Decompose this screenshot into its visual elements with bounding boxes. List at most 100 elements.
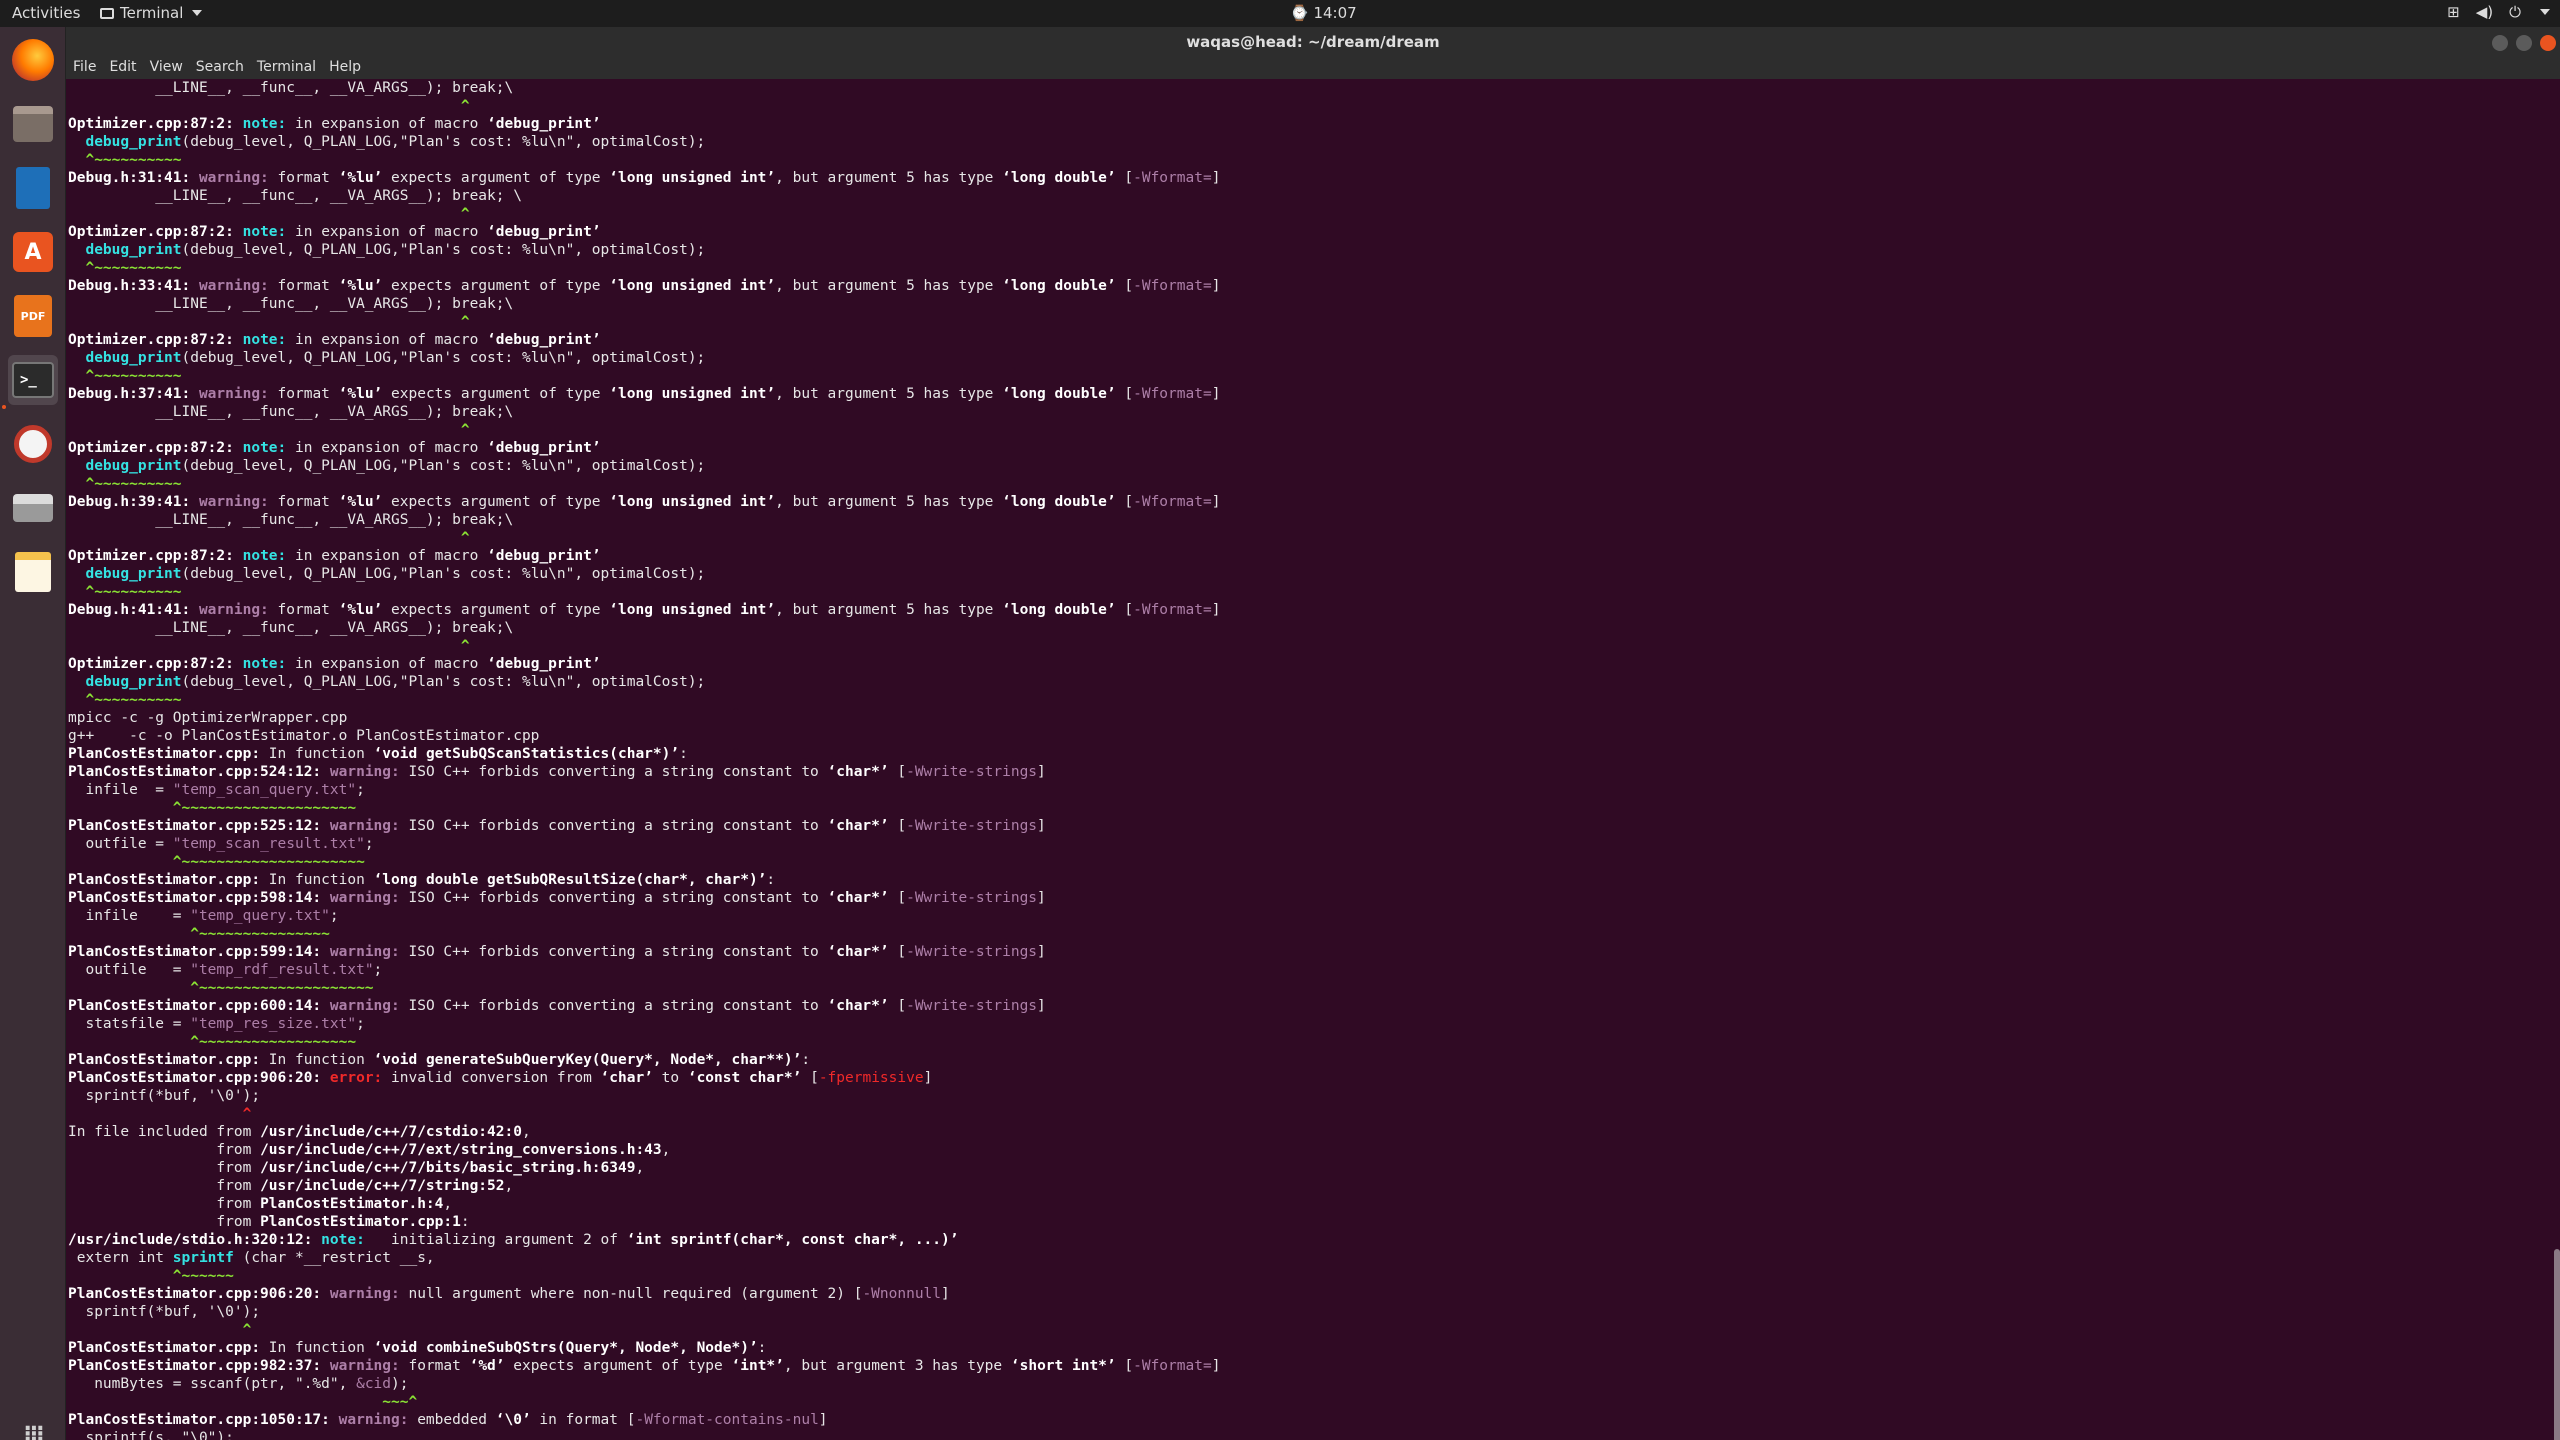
terminal-segment: -Wnonnull bbox=[862, 1286, 942, 1302]
terminal-segment: ^ bbox=[68, 1106, 252, 1122]
apps-grid-icon[interactable]: ⁝⁝⁝ bbox=[8, 1409, 58, 1440]
terminal-segment: null argument where non-null required (a… bbox=[408, 1286, 863, 1302]
terminal-line: debug_print(debug_level, Q_PLAN_LOG,"Pla… bbox=[68, 349, 1220, 367]
terminal-segment: ISO C++ forbids converting a string cons… bbox=[408, 890, 828, 906]
files-icon[interactable] bbox=[8, 99, 58, 149]
terminal-segment: mpicc -c -g OptimizerWrapper.cpp bbox=[68, 710, 348, 726]
menu-file[interactable]: File bbox=[73, 60, 96, 79]
terminal-segment: sprintf(*buf, '\0'); bbox=[68, 1304, 261, 1320]
terminal-line: PlanCostEstimator.cpp:1050:17: warning: … bbox=[68, 1411, 1220, 1429]
terminal-segment: ‘long unsigned int’ bbox=[609, 602, 776, 618]
terminal-segment: ‘char*’ bbox=[827, 944, 889, 960]
terminal-segment: ; bbox=[373, 962, 383, 978]
printer-icon[interactable] bbox=[8, 483, 58, 533]
minimize-button[interactable] bbox=[2492, 35, 2508, 51]
terminal-segment: from bbox=[68, 1142, 261, 1158]
clock[interactable]: ⌚ 14:07 bbox=[1290, 4, 1357, 22]
terminal-segment: (debug_level, Q_PLAN_LOG,"Plan's cost: %… bbox=[181, 674, 706, 690]
terminal-line: ^~~~~~~~~~~ bbox=[68, 475, 1220, 493]
system-tray[interactable]: ⊞ ◀) ⏻ bbox=[2447, 3, 2550, 21]
terminal-segment: ‘%lu’ bbox=[338, 170, 383, 186]
chevron-down-icon bbox=[192, 10, 203, 16]
terminal-segment: -Wwrite-strings bbox=[906, 944, 1038, 960]
software-icon[interactable]: A bbox=[8, 227, 58, 277]
menu-bar: File Edit View Search Terminal Help bbox=[66, 60, 2560, 79]
menu-search[interactable]: Search bbox=[196, 60, 244, 79]
writer-icon[interactable] bbox=[8, 163, 58, 213]
terminal-segment: ‘void combineSubQStrs(Query*, Node*, Nod… bbox=[373, 1340, 758, 1356]
terminal-segment: in expansion of macro bbox=[295, 440, 488, 456]
terminal-segment: ^ bbox=[68, 314, 470, 330]
terminal-segment: infile = bbox=[68, 908, 191, 924]
menu-edit[interactable]: Edit bbox=[109, 60, 136, 79]
terminal-line: sprintf(*buf, '\0'); bbox=[68, 1087, 1220, 1105]
terminal-segment: debug_print bbox=[85, 350, 182, 366]
terminal-segment: PlanCostEstimator.cpp:598:14: bbox=[68, 890, 330, 906]
terminal-line: infile = "temp_scan_query.txt"; bbox=[68, 781, 1220, 799]
terminal-segment: warning: bbox=[329, 1286, 409, 1302]
terminal-segment: (debug_level, Q_PLAN_LOG,"Plan's cost: %… bbox=[181, 350, 706, 366]
terminal-line: ^ bbox=[68, 529, 1220, 547]
terminal-segment: /usr/include/c++/7/ext/string_conversion… bbox=[260, 1142, 662, 1158]
terminal-line: PlanCostEstimator.cpp:906:20: warning: n… bbox=[68, 1285, 1220, 1303]
terminal-segment: ‘char’ bbox=[600, 1070, 653, 1086]
text-editor-icon[interactable] bbox=[8, 547, 58, 597]
terminal-segment: __LINE__, __func__, __VA_ARGS__); break;… bbox=[68, 512, 514, 528]
terminal-segment bbox=[68, 566, 85, 582]
terminal-segment: __LINE__, __func__, __VA_ARGS__); break;… bbox=[68, 620, 514, 636]
close-button[interactable] bbox=[2540, 35, 2556, 51]
terminal-segment: ] bbox=[1037, 998, 1046, 1014]
terminal-segment: expects argument of type bbox=[382, 386, 610, 402]
terminal-segment: PlanCostEstimator.cpp:906:20: bbox=[68, 1070, 330, 1086]
terminal-line: ^~~~~~~~~~~ bbox=[68, 691, 1220, 709]
terminal-segment: -Wformat= bbox=[1133, 602, 1212, 618]
terminal-line: ^ bbox=[68, 205, 1220, 223]
terminal-segment: PlanCostEstimator.cpp: bbox=[68, 746, 261, 762]
terminal-segment: "temp_query.txt" bbox=[190, 908, 330, 924]
terminal-segment: numBytes = sscanf(ptr, ".%d", bbox=[68, 1376, 357, 1392]
terminal-output[interactable]: __LINE__, __func__, __VA_ARGS__); break;… bbox=[66, 79, 2560, 1440]
menu-help[interactable]: Help bbox=[329, 60, 361, 79]
terminal-segment: expects argument of type bbox=[504, 1358, 732, 1374]
terminal-segment: ‘const char*’ bbox=[687, 1070, 802, 1086]
terminal-segment: , bbox=[443, 1196, 453, 1212]
terminal-line: Optimizer.cpp:87:2: note: in expansion o… bbox=[68, 115, 1220, 133]
terminal-segment: ISO C++ forbids converting a string cons… bbox=[408, 818, 828, 834]
terminal-segment: ‘long double’ bbox=[1002, 278, 1116, 294]
scrollbar[interactable] bbox=[2554, 1249, 2560, 1440]
terminal-segment: ] bbox=[941, 1286, 950, 1302]
window-titlebar[interactable]: waqas@head: ~/dream/dream bbox=[66, 27, 2560, 60]
terminal-segment: ] bbox=[1037, 890, 1046, 906]
terminal-segment: /usr/include/stdio.h:320:12: bbox=[68, 1232, 322, 1248]
terminal-segment bbox=[68, 674, 85, 690]
terminal-segment: -Wformat= bbox=[1133, 386, 1212, 402]
terminal-segment: outfile = bbox=[68, 836, 173, 852]
menu-terminal[interactable]: Terminal bbox=[257, 60, 316, 79]
terminal-segment: note: bbox=[242, 224, 295, 240]
volume-icon: ◀) bbox=[2475, 3, 2494, 21]
terminal-segment: ‘int*’ bbox=[731, 1358, 784, 1374]
terminal-segment: Debug.h:31:41: bbox=[68, 170, 199, 186]
terminal-segment: PlanCostEstimator.cpp:982:37: bbox=[68, 1358, 330, 1374]
terminal-segment: invalid conversion from bbox=[391, 1070, 601, 1086]
terminal-line: Optimizer.cpp:87:2: note: in expansion o… bbox=[68, 655, 1220, 673]
terminal-line: g++ -c -o PlanCostEstimator.o PlanCostEs… bbox=[68, 727, 1220, 745]
firefox-icon[interactable] bbox=[8, 35, 58, 85]
evince-icon[interactable] bbox=[8, 419, 58, 469]
terminal-segment: , but argument 5 has type bbox=[775, 278, 1003, 294]
pdf-icon[interactable]: PDF bbox=[8, 291, 58, 341]
terminal-line: __LINE__, __func__, __VA_ARGS__); break;… bbox=[68, 403, 1220, 421]
terminal-segment: , but argument 5 has type bbox=[775, 602, 1003, 618]
terminal-line: __LINE__, __func__, __VA_ARGS__); break;… bbox=[68, 619, 1220, 637]
terminal-icon[interactable]: >_ bbox=[8, 355, 58, 405]
app-menu[interactable]: Terminal bbox=[100, 4, 203, 22]
terminal-segment: [ bbox=[1115, 278, 1134, 294]
terminal-segment: initializing argument 2 of bbox=[373, 1232, 627, 1248]
terminal-segment: warning: bbox=[198, 278, 278, 294]
activities-button[interactable]: Activities bbox=[12, 4, 80, 22]
terminal-segment: debug_print bbox=[85, 566, 182, 582]
terminal-segment: -Wwrite-strings bbox=[906, 890, 1038, 906]
menu-view[interactable]: View bbox=[150, 60, 183, 79]
maximize-button[interactable] bbox=[2516, 35, 2532, 51]
terminal-line: ^~~~~~~~~~~~~~~~~~~~~ bbox=[68, 979, 1220, 997]
